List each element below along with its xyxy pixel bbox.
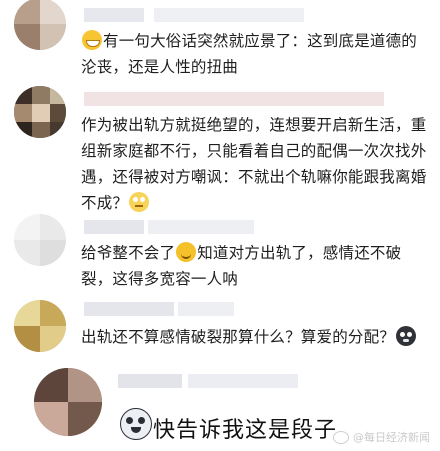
highlight-text: 快告诉我这是段子 xyxy=(153,418,338,443)
username-blurred[interactable] xyxy=(84,8,304,22)
username-blurred[interactable] xyxy=(84,92,384,106)
weibo-icon xyxy=(333,430,349,444)
avatar[interactable] xyxy=(14,0,66,50)
avatar[interactable] xyxy=(34,368,102,436)
watermark-text: @每日经济新闻 xyxy=(353,431,430,444)
comment-text: 作为被出轨方就挺绝望的，连想要开启新生活，重组新家庭都不行，只能看着自己的配偶一… xyxy=(81,112,431,216)
eye-roll-emoji xyxy=(129,192,150,212)
comment-1: 有一句大俗话突然就应景了：这到底是道德的沦丧，还是人性的扭曲 xyxy=(0,0,440,82)
comment-body: 出轨还不算感情破裂那算什么？算爱的分配？ xyxy=(81,328,396,346)
avatar[interactable] xyxy=(14,86,66,138)
comment-text: 出轨还不算感情破裂那算什么？算爱的分配？ xyxy=(81,324,431,350)
dog-face-emoji xyxy=(396,326,417,346)
username-blurred[interactable] xyxy=(118,374,298,388)
comment-text: 给爷整不会了 知道对方出轨了，感情还不破裂，这得多宽容一人呐 xyxy=(81,240,431,292)
comment-text: 有一句大俗话突然就应景了：这到底是道德的沦丧，还是人性的扭曲 xyxy=(81,28,431,80)
comment-2: 作为被出轨方就挺绝望的，连想要开启新生活，重组新家庭都不行，只能看着自己的配偶一… xyxy=(0,82,440,212)
avatar[interactable] xyxy=(14,214,66,266)
username-blurred[interactable] xyxy=(84,302,234,316)
comment-3: 给爷整不会了 知道对方出轨了，感情还不破裂，这得多宽容一人呐 xyxy=(0,210,440,300)
smile-emoji xyxy=(176,242,197,262)
dog-emoji xyxy=(120,408,152,440)
watermark: @每日经济新闻 xyxy=(333,429,430,445)
comment-body: 给爷整不会了 xyxy=(81,244,176,262)
avatar[interactable] xyxy=(14,300,66,352)
grin-sweat-emoji xyxy=(82,30,102,50)
comment-body: 有一句大俗话突然就应景了：这到底是道德的沦丧，还是人性的扭曲 xyxy=(81,32,418,76)
username-blurred[interactable] xyxy=(84,220,254,234)
comment-4: 出轨还不算感情破裂那算什么？算爱的分配？ xyxy=(0,300,440,360)
